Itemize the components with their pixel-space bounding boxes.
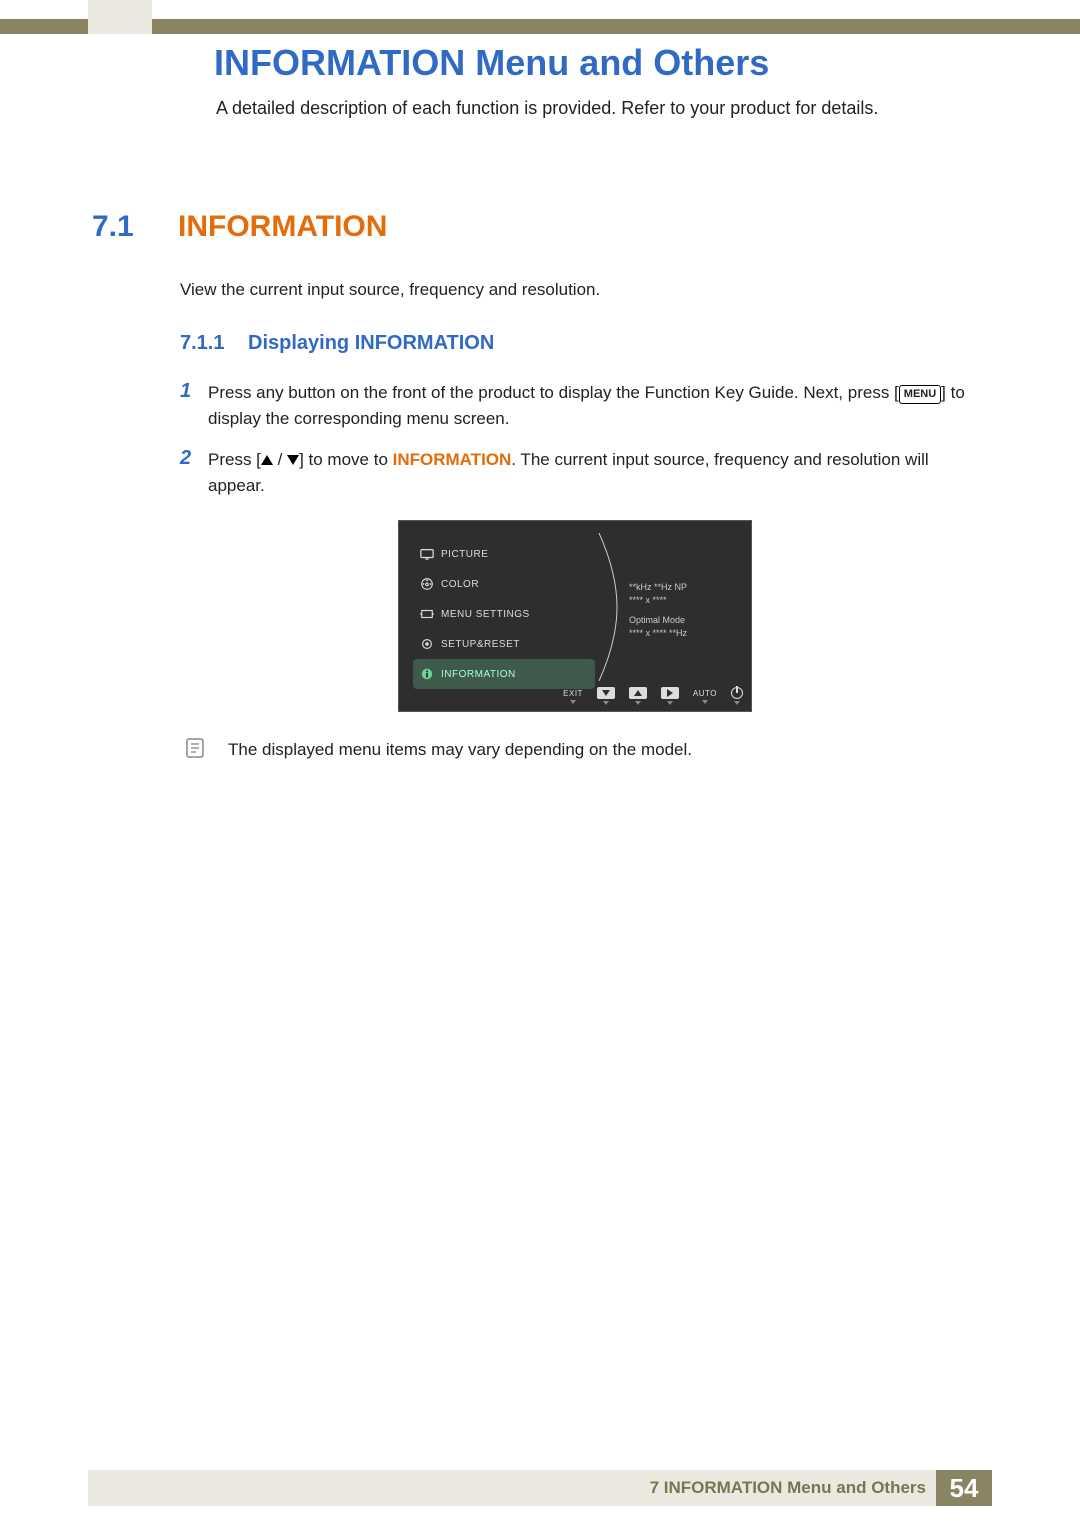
page-title: INFORMATION Menu and Others <box>214 42 769 84</box>
osd-btn-exit: EXIT <box>563 689 583 704</box>
osd-btn-auto-label: AUTO <box>693 689 717 698</box>
osd-item-information-label: INFORMATION <box>441 669 516 680</box>
section-title: INFORMATION <box>178 210 387 244</box>
osd-btn-marker-icon <box>702 700 708 704</box>
osd-info-line-1: **kHz **Hz NP <box>629 581 687 594</box>
osd-btn-marker-icon <box>603 701 609 705</box>
osd-btn-right <box>661 687 679 705</box>
osd-menu: PICTURE COLOR MENU SETTINGS SETUP&RESET … <box>413 539 595 689</box>
color-icon <box>413 577 441 591</box>
step-2-info-word: INFORMATION <box>393 450 512 469</box>
picture-icon <box>413 547 441 561</box>
section-number: 7.1 <box>92 210 134 244</box>
osd-item-menu-settings-label: MENU SETTINGS <box>441 609 530 620</box>
osd-screenshot: PICTURE COLOR MENU SETTINGS SETUP&RESET … <box>398 520 752 712</box>
osd-swoosh <box>595 533 621 681</box>
osd-btn-marker-icon <box>635 701 641 705</box>
power-icon <box>731 687 743 699</box>
osd-btn-down-icon <box>597 687 615 699</box>
osd-item-menu-settings: MENU SETTINGS <box>413 599 595 629</box>
osd-item-picture-label: PICTURE <box>441 549 488 560</box>
information-icon <box>413 667 441 681</box>
osd-info-panel: **kHz **Hz NP **** x **** Optimal Mode *… <box>629 581 687 639</box>
osd-btn-marker-icon <box>734 701 740 705</box>
osd-btn-right-icon <box>661 687 679 699</box>
subsection-number: 7.1.1 <box>180 332 224 355</box>
osd-info-line-2: **** x **** <box>629 594 687 607</box>
step-2: 2 Press [ / ] to move to INFORMATION. Th… <box>180 447 980 498</box>
footer-page-number: 54 <box>936 1470 992 1506</box>
down-arrow-icon <box>287 455 299 465</box>
step-2-text-a: Press [ <box>208 450 261 469</box>
osd-button-bar: EXIT AUTO <box>399 685 751 707</box>
osd-btn-marker-icon <box>667 701 673 705</box>
osd-btn-marker-icon <box>570 700 576 704</box>
osd-btn-power <box>731 687 743 705</box>
step-2-number: 2 <box>180 447 208 498</box>
footer-bar: 7 INFORMATION Menu and Others 54 <box>88 1470 992 1506</box>
top-tab <box>88 0 152 34</box>
osd-btn-down <box>597 687 615 705</box>
osd-btn-up-icon <box>629 687 647 699</box>
setup-reset-icon <box>413 637 441 651</box>
osd-item-color: COLOR <box>413 569 595 599</box>
top-accent-bar <box>0 19 1080 34</box>
osd-btn-exit-label: EXIT <box>563 689 583 698</box>
step-1-text: Press any button on the front of the pro… <box>208 380 980 431</box>
step-1-number: 1 <box>180 380 208 431</box>
step-2-text-b: ] to move to <box>299 450 393 469</box>
osd-info-line-3: Optimal Mode <box>629 614 687 627</box>
section-description: View the current input source, frequency… <box>180 280 600 300</box>
osd-item-setup-reset-label: SETUP&RESET <box>441 639 520 650</box>
osd-item-color-label: COLOR <box>441 579 479 590</box>
arrow-slash: / <box>273 450 287 469</box>
note-text: The displayed menu items may vary depend… <box>228 740 692 760</box>
osd-btn-auto: AUTO <box>693 689 717 704</box>
step-list: 1 Press any button on the front of the p… <box>180 380 980 514</box>
step-1: 1 Press any button on the front of the p… <box>180 380 980 431</box>
menu-settings-icon <box>413 607 441 621</box>
intro-text: A detailed description of each function … <box>216 98 878 119</box>
osd-info-line-4: **** x **** **Hz <box>629 627 687 640</box>
up-arrow-icon <box>261 455 273 465</box>
step-1-text-a: Press any button on the front of the pro… <box>208 383 899 402</box>
footer-chapter-text: 7 INFORMATION Menu and Others <box>650 1478 926 1498</box>
osd-btn-up <box>629 687 647 705</box>
subsection-title: Displaying INFORMATION <box>248 332 494 355</box>
osd-item-picture: PICTURE <box>413 539 595 569</box>
osd-item-setup-reset: SETUP&RESET <box>413 629 595 659</box>
note-icon <box>184 737 206 759</box>
step-2-text: Press [ / ] to move to INFORMATION. The … <box>208 447 980 498</box>
menu-key-icon: MENU <box>899 385 941 404</box>
